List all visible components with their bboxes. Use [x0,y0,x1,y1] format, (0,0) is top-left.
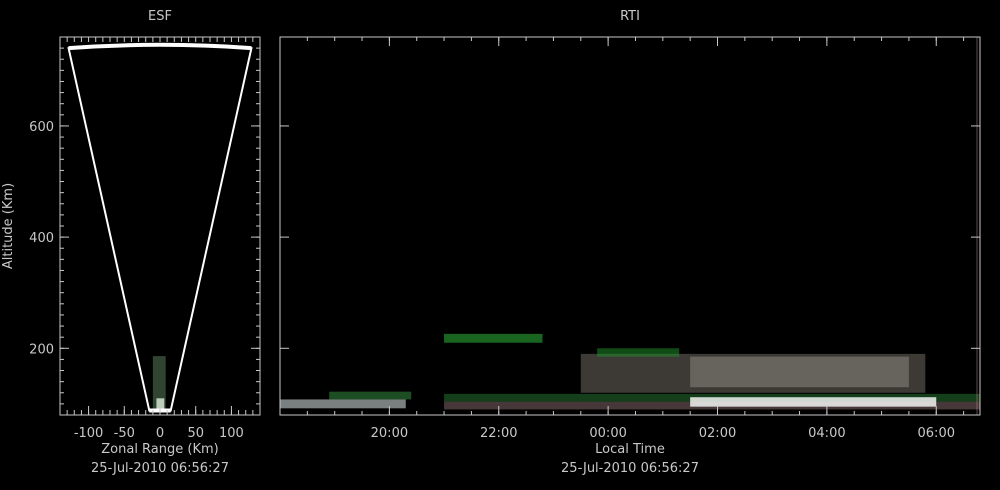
rti-x-tick-label: 04:00 [808,426,845,441]
rti-echo-7 [444,333,543,343]
esf-timestamp: 25-Jul-2010 06:56:27 [91,461,229,476]
rti-echo-4 [690,397,937,407]
esf-x-tick-label: 50 [187,426,204,441]
figure: ESF -100 -50 0 50 100 200 400 600 Altitude (Km)… [1,9,981,476]
rti-echo-0 [280,399,406,409]
esf-title: ESF [148,9,172,24]
rti-echo-8 [597,348,680,357]
esf-ylabel: Altitude (Km) [1,183,16,269]
rti-x-tick-label: 20:00 [371,426,408,441]
rti-xlabel: Local Time [595,442,665,457]
rti-x-tick-label: 00:00 [589,426,626,441]
esf-x-tick-label: 0 [156,426,164,441]
esf-panel: ESF -100 -50 0 50 100 200 400 600 Altitude (Km)… [1,9,261,476]
esf-x-tick-label: -50 [114,426,135,441]
rti-panel: RTI 20:00 22:00 00:00 02:00 04:00 06:00 Local… [279,9,981,476]
rti-timestamp: 25-Jul-2010 06:56:27 [561,461,699,476]
esf-xlabel: Zonal Range (Km) [101,442,218,457]
esf-x-tick-label: 100 [219,426,244,441]
rti-echo-6 [690,356,909,388]
esf-plot-area [67,42,253,413]
esf-y-tick-label: 600 [29,120,54,135]
esf-fan-outline [67,43,253,412]
rti-echo-1 [329,391,412,400]
rti-plot-area [280,37,980,415]
esf-x-tick-label: -100 [74,426,104,441]
esf-y-tick-label: 400 [29,231,54,246]
rti-x-tick-label: 06:00 [918,426,955,441]
esf-axes: -100 -50 0 50 100 200 400 600 [29,36,261,441]
rti-title: RTI [620,9,640,24]
esf-y-tick-label: 200 [29,342,54,357]
esf-fan-top-arc [68,42,252,51]
rti-x-tick-label: 22:00 [480,426,517,441]
rti-x-tick-label: 02:00 [699,426,736,441]
